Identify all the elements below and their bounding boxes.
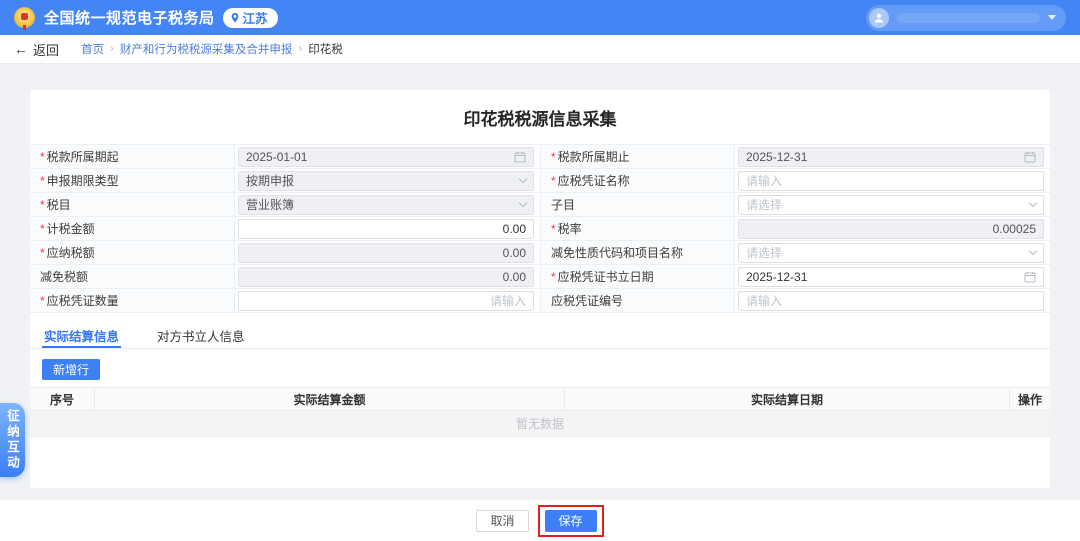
breadcrumb-module[interactable]: 财产和行为税税源采集及合并申报: [120, 41, 293, 57]
required-marker: *: [40, 246, 45, 260]
field-label-voucher-date: * 应税凭证书立日期: [540, 265, 735, 288]
chevron-down-icon: [519, 175, 527, 183]
tab-counterparty-info[interactable]: 对方书立人信息: [155, 322, 247, 348]
save-button[interactable]: 保存: [545, 510, 597, 532]
detail-tabs: 实际结算信息 对方书立人信息: [30, 322, 1050, 349]
table-empty-state: 暂无数据: [30, 411, 1050, 437]
form-row: * 应税凭证数量 应税凭证编号: [30, 289, 1050, 313]
back-arrow-icon: ←: [14, 41, 28, 57]
required-marker: *: [40, 174, 45, 188]
app-title: 全国统一规范电子税务局: [44, 7, 215, 28]
add-row-button[interactable]: 新增行: [42, 359, 100, 380]
field-label-taxable-amount: * 计税金额: [30, 217, 235, 240]
field-label-tax-item: * 税目: [30, 193, 235, 216]
voucher-date-field[interactable]: 2025-12-31: [738, 267, 1044, 287]
form-row: * 税目 营业账簿 子目 请选择: [30, 193, 1050, 217]
location-pin-icon: [230, 12, 240, 24]
tax-payable-field: 0.00: [238, 243, 534, 263]
column-header-actions: 操作: [1010, 388, 1050, 410]
field-label-period-start: * 税款所属期起: [30, 145, 235, 168]
taxable-amount-input[interactable]: [238, 219, 534, 239]
required-marker: *: [551, 174, 556, 188]
field-label-filing-term-type: * 申报期限类型: [30, 169, 235, 192]
red-highlight-annotation: 保存: [538, 505, 604, 537]
region-badge[interactable]: 江苏: [223, 8, 278, 28]
column-header-settlement-amount: 实际结算金额: [95, 388, 565, 410]
required-marker: *: [40, 294, 45, 308]
field-label-reduction-code: 减免性质代码和项目名称: [540, 241, 735, 264]
breadcrumb: 首页 › 财产和行为税税源采集及合并申报 › 印花税: [81, 41, 343, 57]
region-label: 江苏: [243, 8, 268, 27]
app-header: 全国统一规范电子税务局 江苏: [0, 0, 1080, 35]
breadcrumb-separator: ›: [298, 43, 302, 55]
table-header-row: 序号 实际结算金额 实际结算日期 操作: [30, 388, 1050, 411]
required-marker: *: [551, 270, 556, 284]
calendar-icon: [1024, 151, 1036, 163]
stamp-tax-form: * 税款所属期起 2025-01-01 * 税款所属期止 2025-12-31: [30, 144, 1050, 313]
field-label-voucher-count: * 应税凭证数量: [30, 289, 235, 312]
chevron-down-icon: [1029, 247, 1037, 255]
field-label-tax-payable: * 应纳税额: [30, 241, 235, 264]
breadcrumb-bar: ← 返回 首页 › 财产和行为税税源采集及合并申报 › 印花税: [0, 35, 1080, 64]
field-label-voucher-name: * 应税凭证名称: [540, 169, 735, 192]
period-start-date-field[interactable]: 2025-01-01: [238, 147, 534, 167]
required-marker: *: [40, 198, 45, 212]
field-label-reduced-tax: 减免税额: [30, 265, 235, 288]
back-label: 返回: [33, 40, 59, 59]
column-header-settlement-date: 实际结算日期: [565, 388, 1010, 410]
reduction-code-select[interactable]: 请选择: [738, 243, 1044, 263]
field-label-period-end: * 税款所属期止: [540, 145, 735, 168]
chevron-down-icon: [1048, 15, 1056, 20]
field-label-sub-item: 子目: [540, 193, 735, 216]
user-avatar-icon: [869, 8, 889, 28]
breadcrumb-home[interactable]: 首页: [81, 41, 104, 57]
reduced-tax-field: 0.00: [238, 267, 534, 287]
tab-actual-settlement-info[interactable]: 实际结算信息: [42, 322, 121, 348]
form-row: * 申报期限类型 按期申报 * 应税凭证名称: [30, 169, 1050, 193]
settlement-table: 序号 实际结算金额 实际结算日期 操作 暂无数据: [30, 387, 1050, 437]
sub-item-select[interactable]: 请选择: [738, 195, 1044, 215]
cancel-button[interactable]: 取消: [476, 510, 528, 532]
tax-rate-field: 0.00025: [738, 219, 1044, 239]
tax-item-select[interactable]: 营业账簿: [238, 195, 534, 215]
field-label-tax-rate: * 税率: [540, 217, 735, 240]
required-marker: *: [551, 222, 556, 236]
calendar-icon: [1024, 271, 1036, 283]
breadcrumb-separator: ›: [110, 43, 114, 55]
chevron-down-icon: [519, 199, 527, 207]
user-name-redacted: [897, 13, 1040, 23]
chevron-down-icon: [1029, 199, 1037, 207]
main-form-panel: 印花税税源信息采集 * 税款所属期起 2025-01-01 * 税款所属期止 2…: [30, 90, 1050, 488]
user-account-menu[interactable]: [866, 5, 1066, 31]
page-title: 印花税税源信息采集: [30, 90, 1050, 144]
footer-action-bar: 取消 保存: [0, 500, 1080, 541]
form-row: * 应纳税额 0.00 减免性质代码和项目名称 请选择: [30, 241, 1050, 265]
tax-bureau-emblem-logo: [14, 7, 35, 28]
breadcrumb-current: 印花税: [308, 41, 343, 57]
voucher-count-input[interactable]: [238, 291, 534, 311]
voucher-number-input[interactable]: [738, 291, 1044, 311]
required-marker: *: [40, 150, 45, 164]
calendar-icon: [514, 151, 526, 163]
required-marker: *: [40, 222, 45, 236]
filing-term-type-select[interactable]: 按期申报: [238, 171, 534, 191]
form-row: * 税款所属期起 2025-01-01 * 税款所属期止 2025-12-31: [30, 145, 1050, 169]
period-end-date-field[interactable]: 2025-12-31: [738, 147, 1044, 167]
required-marker: *: [551, 150, 556, 164]
column-header-index: 序号: [30, 388, 95, 410]
field-label-voucher-number: 应税凭证编号: [540, 289, 735, 312]
form-row: * 计税金额 * 税率 0.00025: [30, 217, 1050, 241]
voucher-name-input[interactable]: [738, 171, 1044, 191]
tax-interaction-floating-button[interactable]: 征纳互动: [0, 403, 25, 477]
back-button[interactable]: ← 返回: [14, 40, 59, 59]
form-row: 减免税额 0.00 * 应税凭证书立日期 2025-12-31: [30, 265, 1050, 289]
